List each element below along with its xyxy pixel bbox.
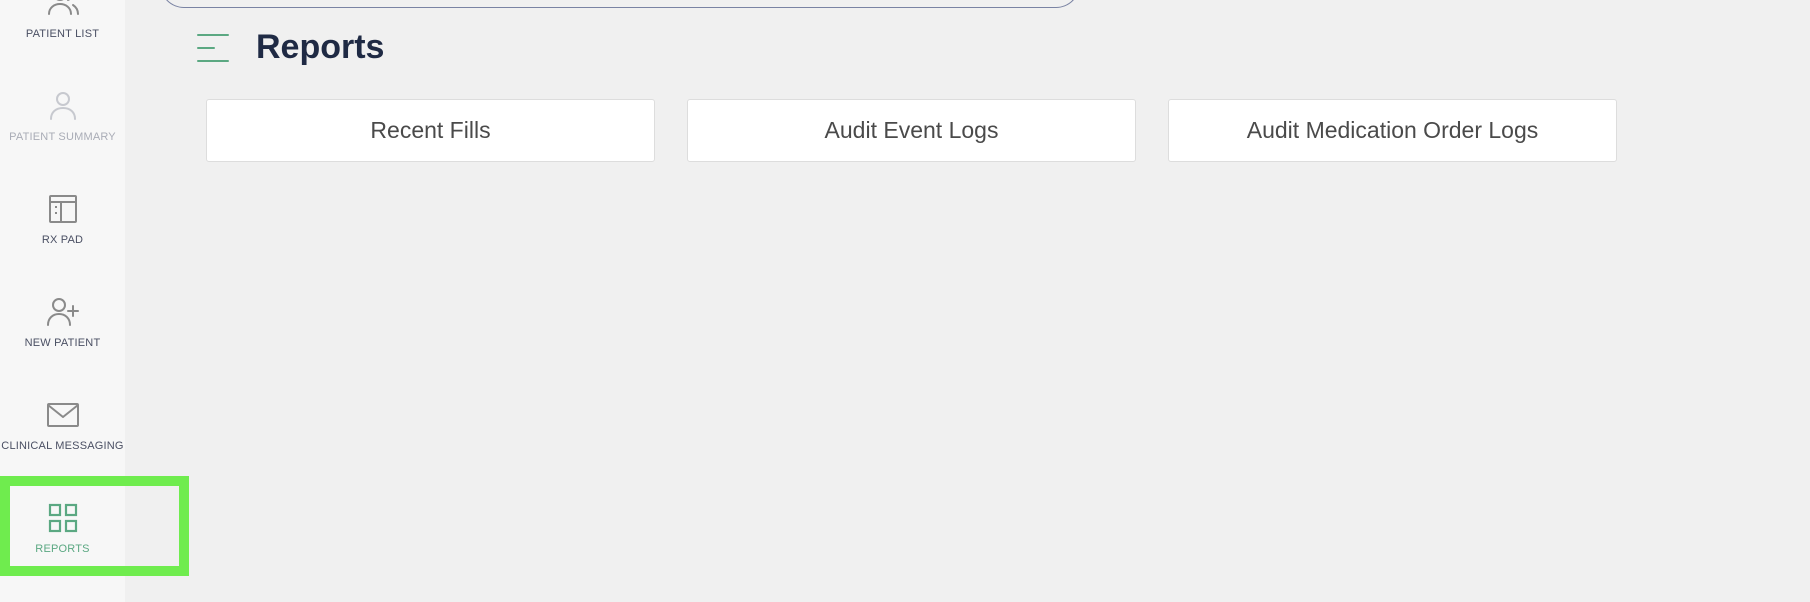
sidebar: PATIENT LIST PATIENT SUMMARY RX PAD NEW … [0, 0, 125, 602]
sidebar-item-label: RX PAD [41, 234, 84, 246]
sidebar-item-patient-list[interactable]: PATIENT LIST [0, 0, 125, 40]
grid-icon [48, 503, 77, 533]
sidebar-item-label: NEW PATIENT [24, 337, 101, 349]
user-icon [49, 92, 76, 120]
sidebar-item-reports[interactable]: REPORTS [0, 501, 125, 555]
report-cards: Recent Fills Audit Event Logs Audit Medi… [206, 99, 1617, 162]
page-header: Reports [196, 28, 384, 67]
sidebar-item-new-patient[interactable]: NEW PATIENT [0, 295, 125, 349]
sidebar-item-label: REPORTS [35, 543, 90, 555]
rx-pad-icon [48, 195, 77, 223]
mail-icon [46, 403, 79, 427]
sidebar-item-label: PATIENT SUMMARY [9, 131, 116, 143]
user-plus-icon [46, 298, 79, 326]
sidebar-item-rx-pad[interactable]: RX PAD [0, 192, 125, 246]
report-card-recent-fills[interactable]: Recent Fills [206, 99, 655, 162]
report-card-audit-medication-order-logs[interactable]: Audit Medication Order Logs [1168, 99, 1617, 162]
users-icon [47, 0, 79, 15]
sidebar-item-label: PATIENT LIST [25, 28, 100, 40]
search-bar[interactable] [160, 0, 1080, 8]
sidebar-item-clinical-messaging[interactable]: CLINICAL MESSAGING [0, 398, 125, 452]
sidebar-item-patient-summary[interactable]: PATIENT SUMMARY [0, 89, 125, 143]
menu-icon[interactable] [196, 31, 230, 65]
page-title: Reports [256, 28, 385, 66]
sidebar-item-label: CLINICAL MESSAGING [1, 440, 124, 452]
report-card-audit-event-logs[interactable]: Audit Event Logs [687, 99, 1136, 162]
